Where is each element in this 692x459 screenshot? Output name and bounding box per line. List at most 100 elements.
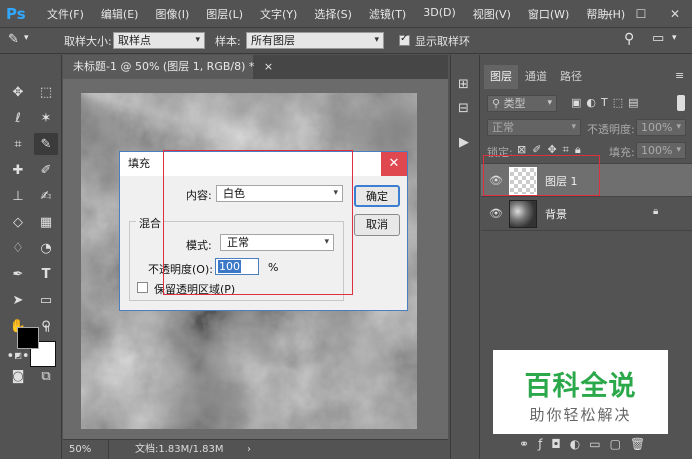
menu-layer[interactable]: 图层(L) xyxy=(197,6,251,22)
cancel-button[interactable]: 取消 xyxy=(354,214,400,236)
preserve-transparency-checkbox[interactable] xyxy=(137,282,148,293)
status-menu-arrow-icon[interactable]: › xyxy=(247,440,251,459)
new-layer-icon[interactable]: ▢ xyxy=(610,437,630,451)
fx-icon[interactable]: ƒ xyxy=(538,437,551,451)
filter-icons[interactable]: ▣◐T⬚▤ xyxy=(571,96,644,109)
lock-pixels-icon[interactable]: ✐ xyxy=(532,143,547,156)
adjustment-filter-icon[interactable]: ◐ xyxy=(586,96,601,109)
visibility-eye-icon[interactable]: 👁︎ xyxy=(489,174,503,188)
sample-label: 样本: xyxy=(215,35,241,48)
layer-1-name[interactable]: 图层 1 xyxy=(545,173,578,189)
tool-preset-chevron-icon[interactable]: ▾ xyxy=(24,33,29,43)
layer-blend-mode-dropdown[interactable]: 正常 ▾ xyxy=(487,119,581,136)
actions-play-icon[interactable]: ▶ xyxy=(459,135,469,150)
menu-edit[interactable]: 编辑(E) xyxy=(92,6,147,22)
default-colors-icon[interactable]: ◩ xyxy=(12,349,24,361)
show-ring-checkbox[interactable] xyxy=(399,33,410,46)
background-layer-name[interactable]: 背景 xyxy=(545,206,567,222)
menu-select[interactable]: 选择(S) xyxy=(305,6,360,22)
eyedropper-icon[interactable]: ✎ xyxy=(8,32,19,47)
opacity-input[interactable]: 100 xyxy=(215,258,259,275)
workspace-chevron-icon[interactable]: ▾ xyxy=(672,33,677,43)
panel-menu-icon[interactable]: ≡ xyxy=(675,69,684,82)
pixel-filter-icon[interactable]: ▣ xyxy=(571,96,586,109)
add-mask-icon[interactable]: ◘ xyxy=(551,437,570,451)
blur-tool-icon[interactable]: ♢ xyxy=(6,237,30,259)
history-panel-icon[interactable]: ⊞ xyxy=(458,77,469,92)
layer-row-layer-1[interactable]: 👁︎ 图层 1 xyxy=(481,163,692,197)
clone-stamp-tool-icon[interactable]: ⊥ xyxy=(6,185,30,207)
shape-filter-icon[interactable]: ⬚ xyxy=(613,96,628,109)
screen-mode-icon[interactable]: ⧉ xyxy=(34,365,58,387)
magic-wand-tool-icon[interactable]: ✶ xyxy=(34,107,58,129)
layer-opacity-field[interactable]: 100% ▾ xyxy=(636,119,686,136)
visibility-eye-icon[interactable]: 👁︎ xyxy=(489,207,503,221)
ok-button[interactable]: 确定 xyxy=(354,185,400,207)
window-controls: — ☐ ✕ xyxy=(590,0,692,28)
tab-channels[interactable]: 通道 xyxy=(519,65,553,89)
maximize-icon[interactable]: ☐ xyxy=(624,0,658,28)
mode-dropdown[interactable]: 正常 ▾ xyxy=(220,234,334,251)
sample-value: 所有图层 xyxy=(251,34,295,47)
healing-brush-tool-icon[interactable]: ✚ xyxy=(6,159,30,181)
menu-view[interactable]: 视图(V) xyxy=(464,6,519,22)
document-tab-close-icon[interactable]: × xyxy=(264,60,273,73)
layer-opacity-label: 不透明度: xyxy=(587,123,635,136)
menu-type[interactable]: 文字(Y) xyxy=(251,6,305,22)
minimize-icon[interactable]: — xyxy=(590,0,624,28)
dialog-close-icon[interactable]: ✕ xyxy=(381,152,407,176)
sample-size-dropdown[interactable]: 取样点 ▾ xyxy=(113,32,205,49)
dodge-tool-icon[interactable]: ◔ xyxy=(34,237,58,259)
layer-row-background[interactable]: 👁︎ 背景 🔒︎ xyxy=(481,197,692,231)
lock-icons[interactable]: ⊠✐✥⌗🔒︎ xyxy=(517,143,587,157)
lasso-tool-icon[interactable]: ℓ xyxy=(6,107,30,129)
eraser-tool-icon[interactable]: ◇ xyxy=(6,211,30,233)
filter-toggle[interactable] xyxy=(677,95,685,111)
lock-artboard-icon[interactable]: ⌗ xyxy=(563,143,575,156)
quick-mask-icon[interactable]: ◙ xyxy=(6,365,30,387)
path-selection-tool-icon[interactable]: ➤ xyxy=(6,289,30,311)
sample-dropdown[interactable]: 所有图层 ▾ xyxy=(246,32,384,49)
type-filter-icon[interactable]: T xyxy=(601,96,613,109)
swap-colors-icon[interactable]: ↰ xyxy=(40,323,54,335)
content-dropdown[interactable]: 白色 ▾ xyxy=(216,185,343,202)
new-group-icon[interactable]: ▭ xyxy=(589,437,609,451)
menu-filter[interactable]: 滤镜(T) xyxy=(360,6,414,22)
adjustment-layer-icon[interactable]: ◐ xyxy=(570,437,589,451)
layers-bottom-toolbar: ⚭ƒ◘◐▭▢🗑︎ xyxy=(519,437,654,451)
rectangle-tool-icon[interactable]: ▭ xyxy=(34,289,58,311)
layer-fill-field[interactable]: 100% ▾ xyxy=(636,142,686,159)
link-layers-icon[interactable]: ⚭ xyxy=(519,437,538,451)
gradient-tool-icon[interactable]: ▦ xyxy=(34,211,58,233)
watermark-logo: 百科全说 助你轻松解决 xyxy=(493,350,668,434)
menu-file[interactable]: 文件(F) xyxy=(38,6,92,22)
smart-object-filter-icon[interactable]: ▤ xyxy=(628,96,643,109)
delete-layer-icon[interactable]: 🗑︎ xyxy=(630,437,654,451)
properties-panel-icon[interactable]: ⊟ xyxy=(458,101,469,116)
pen-tool-icon[interactable]: ✒ xyxy=(6,263,30,285)
tab-paths[interactable]: 路径 xyxy=(554,65,588,89)
eyedropper-tool-icon[interactable]: ✎ xyxy=(34,133,58,155)
zoom-level[interactable]: 50% xyxy=(69,440,109,459)
tab-layers[interactable]: 图层 xyxy=(484,65,518,89)
type-tool-icon[interactable]: T xyxy=(34,263,58,285)
lock-all-icon[interactable]: 🔒︎ xyxy=(575,143,587,156)
history-brush-tool-icon[interactable]: ✍ xyxy=(34,185,58,207)
lock-transparent-icon[interactable]: ⊠ xyxy=(517,143,532,156)
mode-value: 正常 xyxy=(227,236,249,249)
crop-tool-icon[interactable]: ⌗ xyxy=(6,133,30,155)
lock-position-icon[interactable]: ✥ xyxy=(547,143,562,156)
workspace-icon[interactable]: ▭ xyxy=(652,31,664,46)
foreground-color-swatch[interactable] xyxy=(17,327,39,349)
search-icon[interactable]: ⚲ xyxy=(624,31,634,47)
document-tab[interactable]: 未标题-1 @ 50% (图层 1, RGB/8) * × xyxy=(63,55,273,79)
menu-3d[interactable]: 3D(D) xyxy=(414,6,464,22)
menu-window[interactable]: 窗口(W) xyxy=(519,6,577,22)
close-icon[interactable]: ✕ xyxy=(658,0,692,28)
brush-tool-icon[interactable]: ✐ xyxy=(34,159,58,181)
move-tool-icon[interactable]: ✥ xyxy=(6,81,30,103)
menu-image[interactable]: 图像(I) xyxy=(146,6,197,22)
layer-kind-filter[interactable]: ⚲ 类型 ▾ xyxy=(487,95,557,112)
chevron-down-icon: ▾ xyxy=(324,237,329,247)
marquee-tool-icon[interactable]: ⬚ xyxy=(34,81,58,103)
